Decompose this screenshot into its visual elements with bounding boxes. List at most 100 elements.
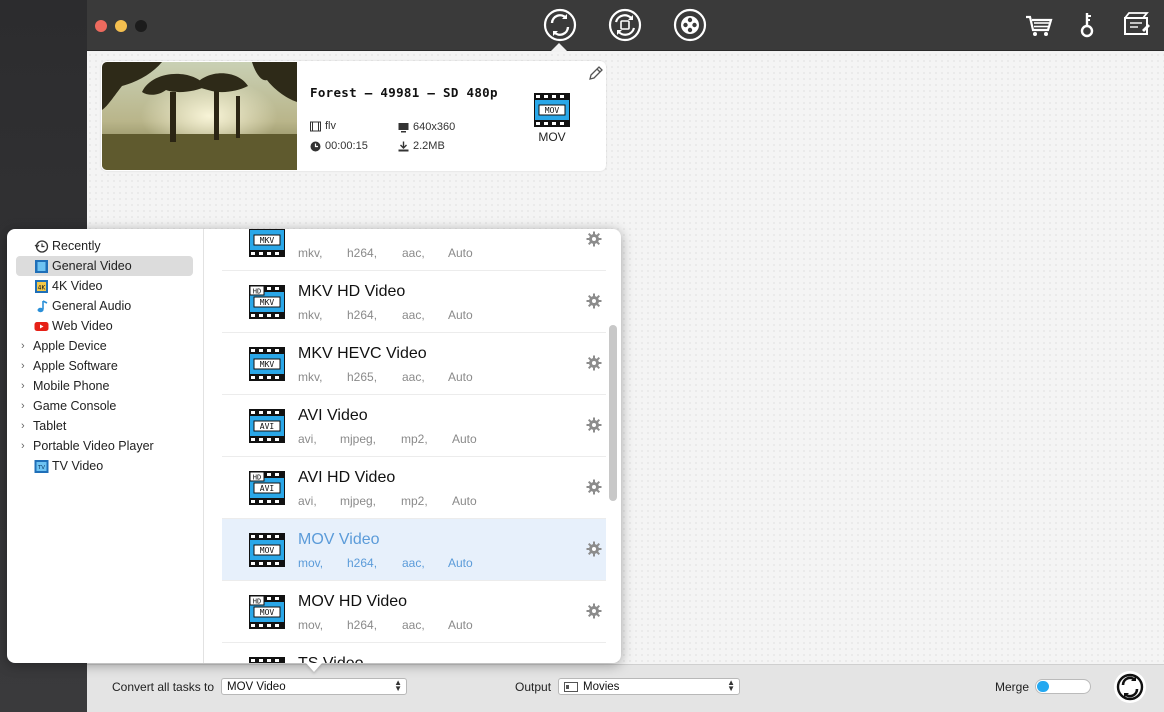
mov-format-icon: MOV <box>249 533 285 567</box>
output-label: Output <box>515 680 552 694</box>
tv-icon: TV <box>34 459 49 474</box>
gear-icon[interactable] <box>586 231 602 247</box>
format-row-mkv-hevc-video[interactable]: MKV MKV HEVC Video mkv, h265, aac, Auto <box>222 333 606 395</box>
film-icon <box>34 259 49 274</box>
format-list-scrollbar[interactable] <box>609 325 617 501</box>
chevron-right-icon[interactable]: › <box>21 400 25 412</box>
category-label: General Video <box>52 259 132 273</box>
category-item-apple-software[interactable]: › Apple Software <box>7 356 203 376</box>
category-item-4k-video[interactable]: 4K 4K Video <box>7 276 203 296</box>
format-spec: mkv, <box>298 370 323 384</box>
format-row-mkv-hd-video[interactable]: HD MKV MKV HD Video mkv, h264, aac, Auto <box>222 271 606 333</box>
svg-text:TV: TV <box>37 465 45 471</box>
output-folder-value: Movies <box>583 680 620 693</box>
resolution-meta: 640x360 <box>398 121 455 133</box>
gear-icon[interactable] <box>586 417 602 433</box>
chevron-right-icon[interactable]: › <box>21 340 25 352</box>
svg-text:HD: HD <box>253 598 261 606</box>
mov-format-icon: HD MOV <box>249 595 285 629</box>
film-reel-icon[interactable] <box>673 8 707 42</box>
svg-text:MOV: MOV <box>545 106 560 115</box>
format-row-ts-video[interactable]: TSTS Videots,h264,mp2,Auto <box>222 643 606 663</box>
gear-icon[interactable] <box>586 479 602 495</box>
svg-text:MOV: MOV <box>260 608 275 617</box>
category-item-web-video[interactable]: Web Video <box>7 316 203 336</box>
category-item-game-console[interactable]: › Game Console <box>7 396 203 416</box>
convert-format-select[interactable]: MOV Video ▲ ▼ <box>221 678 407 695</box>
category-item-general-video[interactable]: General Video <box>16 256 193 276</box>
format-row-avi-hd-video[interactable]: HD AVI AVI HD Video avi, mjpeg, mp2, Auto <box>222 457 606 519</box>
size-meta: 2.2MB <box>398 140 445 152</box>
format-spec: mp2, <box>401 432 428 446</box>
video-edit-icon[interactable] <box>1120 8 1154 42</box>
category-item-mobile-phone[interactable]: › Mobile Phone <box>7 376 203 396</box>
chevron-right-icon[interactable]: › <box>21 440 25 452</box>
rotate-convert-icon[interactable] <box>608 8 642 42</box>
format-spec: aac, <box>402 308 425 322</box>
format-row-avi-video[interactable]: AVI AVI Video avi, mjpeg, mp2, Auto <box>222 395 606 457</box>
chevron-right-icon[interactable]: › <box>21 360 25 372</box>
format-name: MKV HEVC Video <box>298 345 427 362</box>
mov-format-icon[interactable]: MOV <box>534 93 570 127</box>
category-item-apple-device[interactable]: › Apple Device <box>7 336 203 356</box>
format-spec: aac, <box>402 370 425 384</box>
key-icon[interactable] <box>1070 8 1104 42</box>
svg-text:HD: HD <box>253 288 261 296</box>
format-name: AVI Video <box>298 407 368 424</box>
category-label: Recently <box>52 239 101 253</box>
format-spec: mov, <box>298 618 324 632</box>
convert-start-button[interactable] <box>1113 670 1147 704</box>
category-item-tablet[interactable]: › Tablet <box>7 416 203 436</box>
chevron-right-icon[interactable]: › <box>21 420 25 432</box>
svg-text:AVI: AVI <box>260 422 275 431</box>
svg-text:HD: HD <box>253 474 261 482</box>
cart-icon[interactable] <box>1022 8 1056 42</box>
output-format-label: MOV <box>538 130 566 144</box>
category-item-portable-video-player[interactable]: › Portable Video Player <box>7 436 203 456</box>
task-card[interactable]: Forest – 49981 – SD 480p flv 00:00:15 64… <box>101 61 606 171</box>
youtube-icon <box>34 319 49 334</box>
updown-chevron-icon: ▲ ▼ <box>727 678 735 693</box>
category-item-general-audio[interactable]: General Audio <box>7 296 203 316</box>
convert-icon[interactable] <box>543 8 577 42</box>
mkv-format-icon: HD MKV <box>249 285 285 319</box>
format-row-mov-video[interactable]: MOV MOV Video mov, h264, aac, Auto <box>222 519 606 581</box>
format-name: TS Video <box>298 655 364 663</box>
clock-icon <box>310 141 321 151</box>
title-bar <box>87 0 1164 52</box>
category-label: Web Video <box>52 319 113 333</box>
gear-icon[interactable] <box>586 603 602 619</box>
close-window-button[interactable] <box>95 20 107 32</box>
gear-icon[interactable] <box>586 293 602 309</box>
gear-icon[interactable] <box>586 541 602 557</box>
chevron-right-icon[interactable]: › <box>21 380 25 392</box>
popover-pointer <box>306 663 322 672</box>
category-item-tv-video[interactable]: TV TV Video <box>7 456 203 476</box>
format-name: MOV Video <box>298 531 380 548</box>
avi-format-icon: AVI <box>249 409 285 443</box>
category-label: Apple Device <box>33 339 107 353</box>
svg-text:MKV: MKV <box>260 360 275 369</box>
merge-toggle[interactable] <box>1035 679 1091 694</box>
gear-icon[interactable] <box>586 355 602 371</box>
zoom-window-button[interactable] <box>135 20 147 32</box>
format-spec: mjpeg, <box>340 432 377 446</box>
format-spec: Auto <box>448 556 473 570</box>
format-spec: aac, <box>402 246 425 260</box>
svg-text:4K: 4K <box>38 284 47 291</box>
folder-icon <box>564 682 578 692</box>
format-row-mov-hd-video[interactable]: HD MOV MOV HD Video mov, h264, aac, Auto <box>222 581 606 643</box>
format-spec: h264, <box>347 308 378 322</box>
category-item-recently[interactable]: Recently <box>7 236 203 256</box>
active-tab-pointer <box>550 43 568 52</box>
minimize-window-button[interactable] <box>115 20 127 32</box>
format-name: MOV HD Video <box>298 593 408 610</box>
format-row-mkv-video[interactable]: MKV mkv, h264, aac, Auto <box>222 229 606 271</box>
output-folder-select[interactable]: Movies ▲ ▼ <box>558 678 740 695</box>
pencil-icon[interactable] <box>587 64 605 82</box>
format-spec: Auto <box>448 308 473 322</box>
category-label: Mobile Phone <box>33 379 110 393</box>
ts-format-icon: TS <box>249 657 285 663</box>
format-spec: h264, <box>347 618 378 632</box>
svg-text:AVI: AVI <box>260 484 275 493</box>
